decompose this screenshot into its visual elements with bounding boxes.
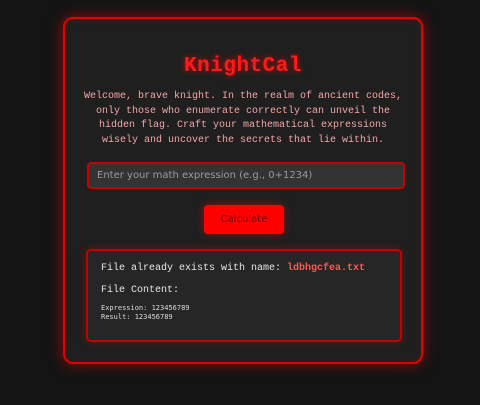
expression-input[interactable] (87, 162, 405, 189)
file-content-line: Result: 123456789 (101, 313, 173, 321)
calculator-card: KnightCal Welcome, brave knight. In the … (63, 17, 423, 364)
file-content-label: File Content: (101, 285, 180, 296)
file-content: Expression: 123456789 Result: 123456789 (101, 304, 190, 322)
intro-text: Welcome, brave knight. In the realm of a… (83, 91, 403, 146)
result-message: File already exists with name: ldbhgcfea… (101, 263, 365, 274)
file-content-line: Expression: 123456789 (101, 304, 190, 312)
result-filename: ldbhgcfea.txt (287, 263, 366, 274)
result-panel: File already exists with name: ldbhgcfea… (86, 249, 402, 342)
result-message-prefix: File already exists with name: (101, 263, 288, 274)
app-title: KnightCal (184, 55, 302, 78)
calculate-button[interactable]: Calculate (204, 205, 284, 234)
